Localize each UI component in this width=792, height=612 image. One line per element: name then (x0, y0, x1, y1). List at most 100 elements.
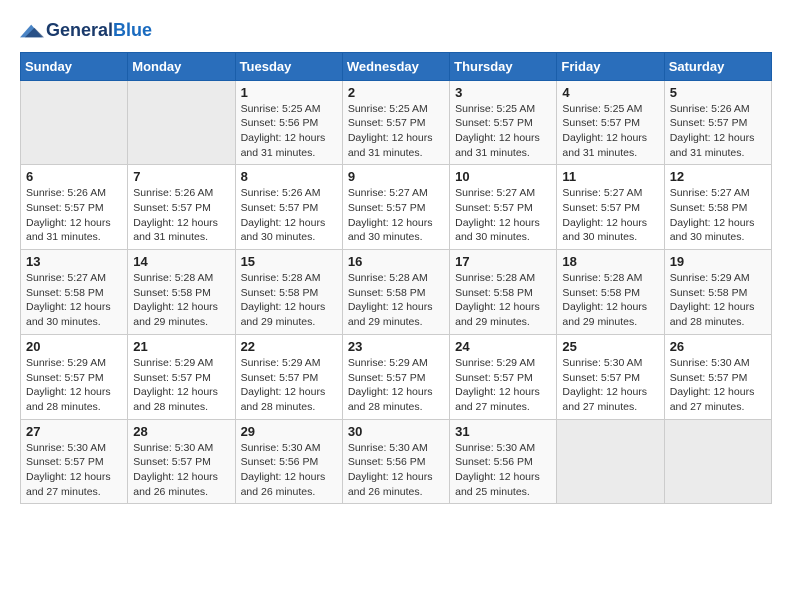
day-info: Sunrise: 5:28 AMSunset: 5:58 PMDaylight:… (241, 271, 337, 330)
day-info: Sunrise: 5:30 AMSunset: 5:56 PMDaylight:… (348, 441, 444, 500)
calendar-cell: 10Sunrise: 5:27 AMSunset: 5:57 PMDayligh… (450, 165, 557, 250)
day-number: 6 (26, 169, 122, 184)
day-info: Sunrise: 5:25 AMSunset: 5:57 PMDaylight:… (455, 102, 551, 161)
day-number: 27 (26, 424, 122, 439)
day-info: Sunrise: 5:30 AMSunset: 5:56 PMDaylight:… (241, 441, 337, 500)
day-info: Sunrise: 5:28 AMSunset: 5:58 PMDaylight:… (348, 271, 444, 330)
day-of-week-wednesday: Wednesday (342, 52, 449, 80)
calendar-cell: 20 Sunrise: 5:29 AMSunset: 5:57 PMDayligh… (21, 334, 128, 419)
day-number: 11 (562, 169, 658, 184)
calendar-cell: 18 Sunrise: 5:28 AMSunset: 5:58 PMDayligh… (557, 250, 664, 335)
calendar-cell: 26 Sunrise: 5:30 AMSunset: 5:57 PMDayligh… (664, 334, 771, 419)
calendar-cell: 4 Sunrise: 5:25 AMSunset: 5:57 PMDaylight… (557, 80, 664, 165)
calendar-week-2: 6 Sunrise: 5:26 AMSunset: 5:57 PMDaylight… (21, 165, 772, 250)
logo: GeneralBlue (20, 20, 152, 42)
day-number: 29 (241, 424, 337, 439)
day-info: Sunrise: 5:28 AMSunset: 5:58 PMDaylight:… (455, 271, 551, 330)
day-number: 26 (670, 339, 766, 354)
day-number: 15 (241, 254, 337, 269)
day-info: Sunrise: 5:30 AMSunset: 5:57 PMDaylight:… (670, 356, 766, 415)
calendar-cell (128, 80, 235, 165)
day-info: Sunrise: 5:26 AMSunset: 5:57 PMDaylight:… (670, 102, 766, 161)
calendar-cell: 21Sunrise: 5:29 AMSunset: 5:57 PMDayligh… (128, 334, 235, 419)
day-number: 7 (133, 169, 229, 184)
calendar-header: SundayMondayTuesdayWednesdayThursdayFrid… (21, 52, 772, 80)
day-info: Sunrise: 5:28 AMSunset: 5:58 PMDaylight:… (562, 271, 658, 330)
day-info: Sunrise: 5:29 AMSunset: 5:57 PMDaylight:… (241, 356, 337, 415)
calendar-cell: 3 Sunrise: 5:25 AMSunset: 5:57 PMDaylight… (450, 80, 557, 165)
day-info: Sunrise: 5:30 AMSunset: 5:57 PMDaylight:… (562, 356, 658, 415)
day-number: 17 (455, 254, 551, 269)
day-number: 12 (670, 169, 766, 184)
calendar-week-5: 27 Sunrise: 5:30 AMSunset: 5:57 PMDayligh… (21, 419, 772, 504)
day-number: 22 (241, 339, 337, 354)
calendar-cell: 31Sunrise: 5:30 AMSunset: 5:56 PMDayligh… (450, 419, 557, 504)
calendar-cell: 16 Sunrise: 5:28 AMSunset: 5:58 PMDayligh… (342, 250, 449, 335)
calendar-cell: 9 Sunrise: 5:27 AMSunset: 5:57 PMDaylight… (342, 165, 449, 250)
day-number: 19 (670, 254, 766, 269)
calendar-week-1: 1Sunrise: 5:25 AMSunset: 5:56 PMDaylight… (21, 80, 772, 165)
calendar-cell (21, 80, 128, 165)
day-number: 14 (133, 254, 229, 269)
day-of-week-friday: Friday (557, 52, 664, 80)
calendar-cell: 12 Sunrise: 5:27 AMSunset: 5:58 PMDayligh… (664, 165, 771, 250)
day-number: 28 (133, 424, 229, 439)
day-of-week-sunday: Sunday (21, 52, 128, 80)
day-info: Sunrise: 5:27 AMSunset: 5:58 PMDaylight:… (670, 186, 766, 245)
page-header: GeneralBlue (20, 20, 772, 42)
calendar-cell: 15 Sunrise: 5:28 AMSunset: 5:58 PMDayligh… (235, 250, 342, 335)
calendar-cell: 7Sunrise: 5:26 AMSunset: 5:57 PMDaylight… (128, 165, 235, 250)
day-number: 2 (348, 85, 444, 100)
day-info: Sunrise: 5:26 AMSunset: 5:57 PMDaylight:… (26, 186, 122, 245)
calendar-cell: 2 Sunrise: 5:25 AMSunset: 5:57 PMDaylight… (342, 80, 449, 165)
day-of-week-saturday: Saturday (664, 52, 771, 80)
calendar-cell: 13 Sunrise: 5:27 AMSunset: 5:58 PMDayligh… (21, 250, 128, 335)
calendar-cell: 28 Sunrise: 5:30 AMSunset: 5:57 PMDayligh… (128, 419, 235, 504)
day-number: 5 (670, 85, 766, 100)
day-info: Sunrise: 5:29 AMSunset: 5:57 PMDaylight:… (455, 356, 551, 415)
day-number: 9 (348, 169, 444, 184)
day-number: 30 (348, 424, 444, 439)
day-number: 21 (133, 339, 229, 354)
calendar-cell (557, 419, 664, 504)
day-info: Sunrise: 5:27 AMSunset: 5:57 PMDaylight:… (562, 186, 658, 245)
logo-icon (20, 21, 44, 41)
day-of-week-tuesday: Tuesday (235, 52, 342, 80)
day-number: 23 (348, 339, 444, 354)
day-number: 13 (26, 254, 122, 269)
day-number: 8 (241, 169, 337, 184)
day-number: 3 (455, 85, 551, 100)
calendar-cell: 17 Sunrise: 5:28 AMSunset: 5:58 PMDayligh… (450, 250, 557, 335)
day-info: Sunrise: 5:29 AMSunset: 5:58 PMDaylight:… (670, 271, 766, 330)
day-of-week-monday: Monday (128, 52, 235, 80)
calendar-cell: 1Sunrise: 5:25 AMSunset: 5:56 PMDaylight… (235, 80, 342, 165)
day-info: Sunrise: 5:25 AMSunset: 5:57 PMDaylight:… (562, 102, 658, 161)
calendar-week-4: 20 Sunrise: 5:29 AMSunset: 5:57 PMDayligh… (21, 334, 772, 419)
calendar-cell (664, 419, 771, 504)
day-info: Sunrise: 5:25 AMSunset: 5:57 PMDaylight:… (348, 102, 444, 161)
calendar-cell: 27 Sunrise: 5:30 AMSunset: 5:57 PMDayligh… (21, 419, 128, 504)
day-number: 10 (455, 169, 551, 184)
calendar-table: SundayMondayTuesdayWednesdayThursdayFrid… (20, 52, 772, 505)
day-number: 16 (348, 254, 444, 269)
day-info: Sunrise: 5:28 AMSunset: 5:58 PMDaylight:… (133, 271, 229, 330)
day-number: 18 (562, 254, 658, 269)
day-info: Sunrise: 5:26 AMSunset: 5:57 PMDaylight:… (241, 186, 337, 245)
day-info: Sunrise: 5:30 AMSunset: 5:57 PMDaylight:… (26, 441, 122, 500)
calendar-cell: 8 Sunrise: 5:26 AMSunset: 5:57 PMDaylight… (235, 165, 342, 250)
day-info: Sunrise: 5:27 AMSunset: 5:58 PMDaylight:… (26, 271, 122, 330)
day-info: Sunrise: 5:29 AMSunset: 5:57 PMDaylight:… (26, 356, 122, 415)
day-info: Sunrise: 5:30 AMSunset: 5:57 PMDaylight:… (133, 441, 229, 500)
day-info: Sunrise: 5:27 AMSunset: 5:57 PMDaylight:… (348, 186, 444, 245)
calendar-cell: 25Sunrise: 5:30 AMSunset: 5:57 PMDayligh… (557, 334, 664, 419)
day-number: 4 (562, 85, 658, 100)
day-of-week-thursday: Thursday (450, 52, 557, 80)
calendar-cell: 22 Sunrise: 5:29 AMSunset: 5:57 PMDayligh… (235, 334, 342, 419)
calendar-cell: 29 Sunrise: 5:30 AMSunset: 5:56 PMDayligh… (235, 419, 342, 504)
day-number: 1 (241, 85, 337, 100)
calendar-cell: 23Sunrise: 5:29 AMSunset: 5:57 PMDayligh… (342, 334, 449, 419)
calendar-cell: 5 Sunrise: 5:26 AMSunset: 5:57 PMDaylight… (664, 80, 771, 165)
calendar-cell: 11 Sunrise: 5:27 AMSunset: 5:57 PMDayligh… (557, 165, 664, 250)
calendar-cell: 19 Sunrise: 5:29 AMSunset: 5:58 PMDayligh… (664, 250, 771, 335)
day-number: 20 (26, 339, 122, 354)
